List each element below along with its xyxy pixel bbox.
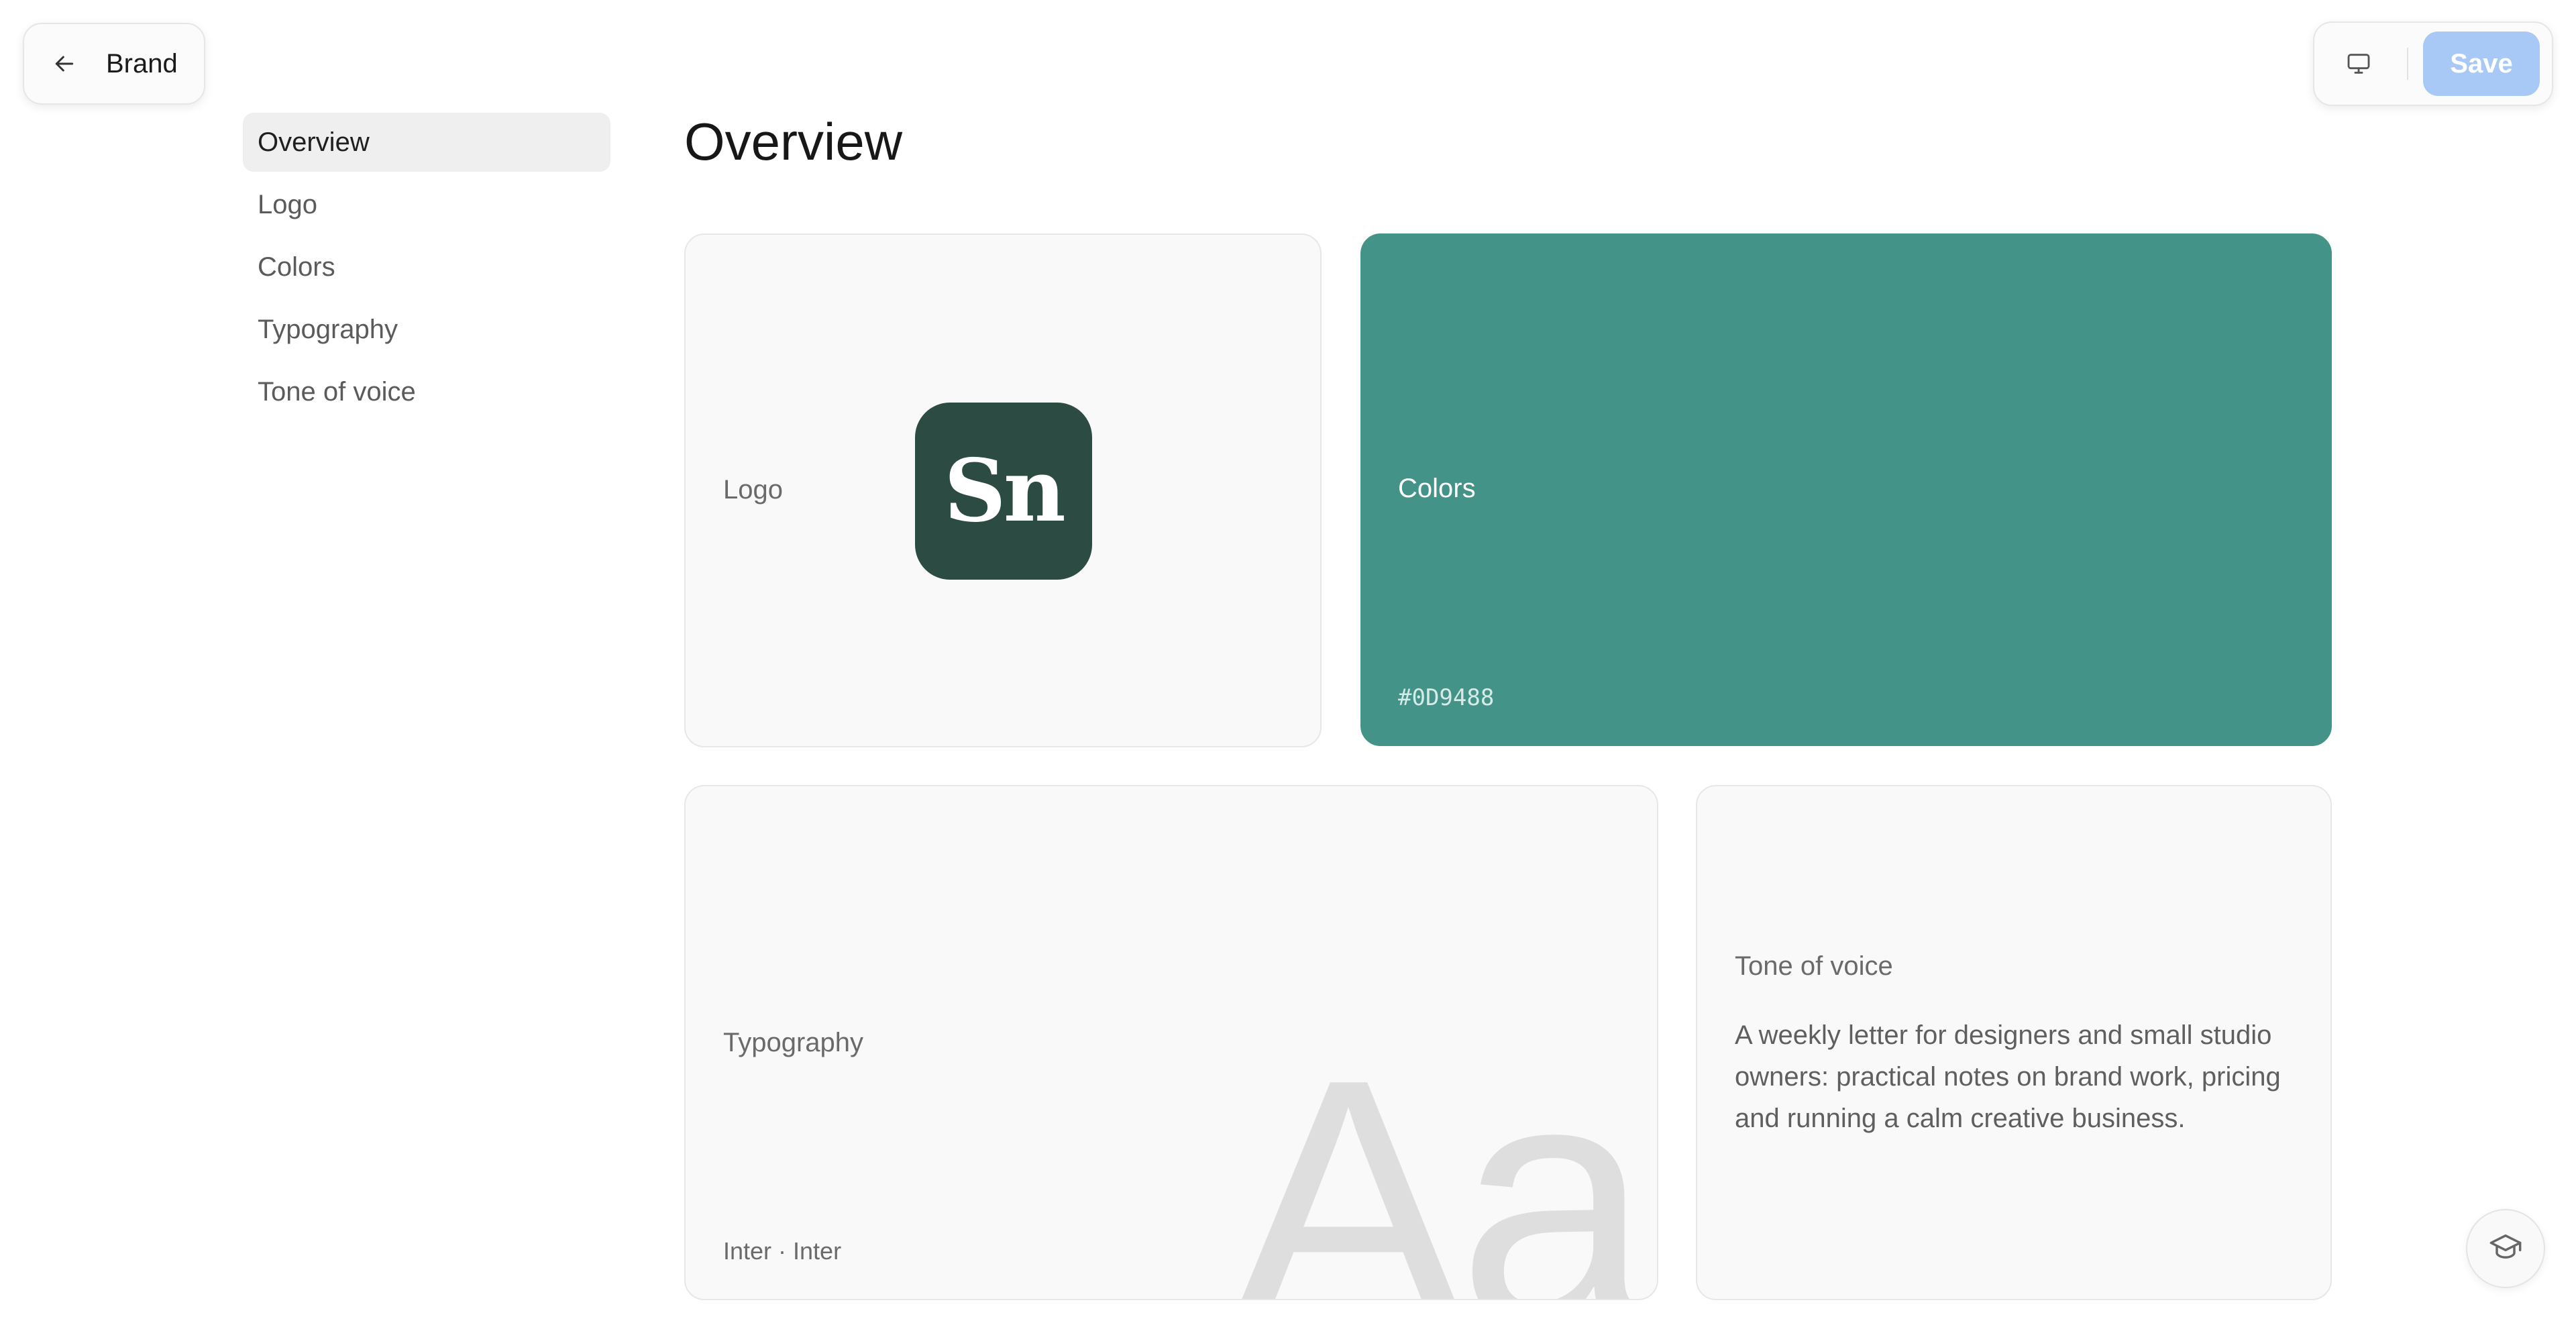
type-specimen: Aa <box>1232 1007 1652 1300</box>
tone-of-voice-card[interactable]: Tone of voice A weekly letter for design… <box>1696 785 2332 1300</box>
back-button[interactable]: Brand <box>23 23 205 105</box>
sidebar: Overview Logo Colors Typography Tone of … <box>243 113 610 425</box>
sidebar-item-typography[interactable]: Typography <box>243 300 610 359</box>
graduation-cap-icon <box>2488 1230 2523 1268</box>
tone-card-label: Tone of voice <box>1735 951 1893 981</box>
page-title: Overview <box>684 112 903 171</box>
sidebar-item-colors[interactable]: Colors <box>243 238 610 297</box>
back-button-label: Brand <box>106 48 178 78</box>
monitor-icon[interactable] <box>2344 49 2373 78</box>
brand-logo-mark: Sn <box>915 403 1092 580</box>
arrow-left-icon <box>50 49 79 78</box>
typography-card[interactable]: Typography Inter · Inter Aa <box>684 785 1658 1300</box>
tone-description: A weekly letter for designers and small … <box>1735 1020 2281 1133</box>
typography-card-label: Typography <box>723 1028 864 1057</box>
sidebar-item-tone-of-voice[interactable]: Tone of voice <box>243 362 610 421</box>
logo-card-label: Logo <box>723 475 783 505</box>
save-button[interactable]: Save <box>2423 32 2540 96</box>
logo-card[interactable]: Logo Sn <box>684 233 1322 747</box>
toolbar-divider <box>2407 48 2408 80</box>
color-hex-value: #0D9488 <box>1398 684 1495 711</box>
colors-card-label: Colors <box>1398 474 1476 503</box>
help-button[interactable] <box>2466 1209 2545 1288</box>
colors-card[interactable]: Colors #0D9488 <box>1360 233 2332 746</box>
brand-editor: Brand Save Overview Logo Colors Typograp… <box>0 0 2576 1319</box>
toolbar: Save <box>2313 21 2553 106</box>
sidebar-item-overview[interactable]: Overview <box>243 113 610 172</box>
font-pairing: Inter · Inter <box>723 1237 842 1265</box>
sidebar-item-logo[interactable]: Logo <box>243 175 610 234</box>
